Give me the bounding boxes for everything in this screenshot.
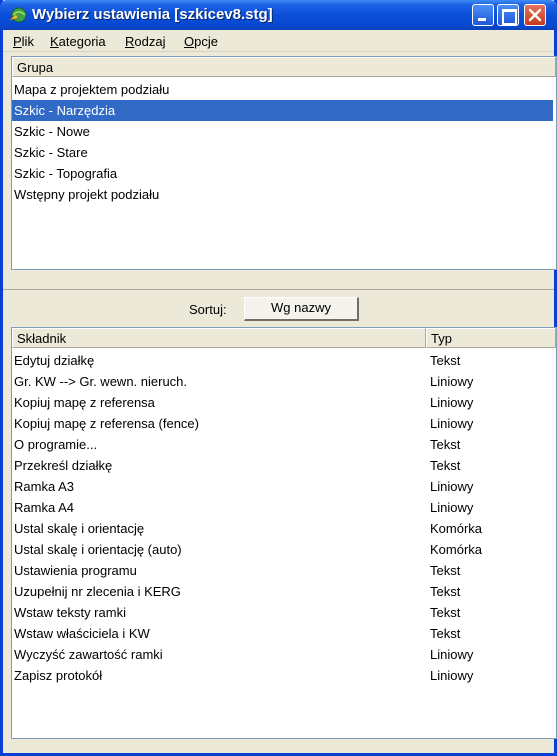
component-type[interactable]: Tekst <box>430 434 460 455</box>
component-name[interactable]: Przekreśl działkę <box>12 455 426 476</box>
component-type[interactable]: Liniowy <box>430 392 473 413</box>
menu-opcje[interactable]: Opcje <box>184 34 218 49</box>
component-name[interactable]: Kopiuj mapę z referensa (fence) <box>12 413 426 434</box>
component-type[interactable]: Komórka <box>430 518 482 539</box>
component-name[interactable]: Ustal skalę i orientację <box>12 518 426 539</box>
component-type[interactable]: Tekst <box>430 623 460 644</box>
component-type[interactable]: Liniowy <box>430 644 473 665</box>
group-item-selected[interactable]: Szkic - Narzędzia <box>12 100 553 121</box>
component-name[interactable]: Zapisz protokół <box>12 665 426 686</box>
close-icon <box>528 8 542 22</box>
close-button[interactable] <box>524 4 546 26</box>
component-type[interactable]: Tekst <box>430 602 460 623</box>
title-bar[interactable]: Wybierz ustawienia [szkicev8.stg] <box>0 0 557 30</box>
component-name[interactable]: Wyczyść zawartość ramki <box>12 644 426 665</box>
component-name[interactable]: Wstaw właściciela i KW <box>12 623 426 644</box>
component-type[interactable]: Liniowy <box>430 371 473 392</box>
window-bottom-edge <box>3 740 554 753</box>
menu-plik[interactable]: Plik <box>13 34 34 49</box>
sort-label: Sortuj: <box>189 302 227 317</box>
component-name[interactable]: Uzupełnij nr zlecenia i KERG <box>12 581 426 602</box>
component-type[interactable]: Komórka <box>430 539 482 560</box>
component-name[interactable]: O programie... <box>12 434 426 455</box>
component-type[interactable]: Liniowy <box>430 476 473 497</box>
group-column-header[interactable]: Grupa <box>12 57 556 77</box>
menu-bar: Plik Kategoria Rodzaj Opcje <box>3 30 554 52</box>
group-item[interactable]: Szkic - Stare <box>12 142 556 163</box>
component-type[interactable]: Tekst <box>430 350 460 371</box>
group-item[interactable]: Szkic - Topografia <box>12 163 556 184</box>
type-column-header[interactable]: Typ <box>426 328 556 348</box>
name-column-header[interactable]: Składnik <box>12 328 426 348</box>
component-name[interactable]: Edytuj działkę <box>12 350 426 371</box>
group-item[interactable]: Wstępny projekt podziału <box>12 184 556 205</box>
minimize-button[interactable] <box>472 4 494 26</box>
settings-window: Wybierz ustawienia [szkicev8.stg] Plik K… <box>0 0 557 756</box>
window-title: Wybierz ustawienia [szkicev8.stg] <box>32 6 273 23</box>
panel-splitter[interactable] <box>3 270 554 290</box>
menu-kategoria[interactable]: Kategoria <box>50 34 106 49</box>
component-name[interactable]: Ustawienia programu <box>12 560 426 581</box>
component-type[interactable]: Tekst <box>430 455 460 476</box>
component-name[interactable]: Ramka A3 <box>12 476 426 497</box>
component-type[interactable]: Liniowy <box>430 413 473 434</box>
group-list[interactable]: Grupa Mapa z projektem podziału Szkic - … <box>11 56 557 270</box>
component-name[interactable]: Wstaw teksty ramki <box>12 602 426 623</box>
component-type[interactable]: Liniowy <box>430 665 473 686</box>
group-item[interactable]: Mapa z projektem podziału <box>12 79 556 100</box>
group-item[interactable]: Szkic - Nowe <box>12 121 556 142</box>
menu-rodzaj[interactable]: Rodzaj <box>125 34 165 49</box>
component-type[interactable]: Liniowy <box>430 497 473 518</box>
component-name[interactable]: Ustal skalę i orientację (auto) <box>12 539 426 560</box>
app-globe-icon <box>9 7 27 23</box>
component-list[interactable]: Składnik Typ Edytuj działkę Tekst Gr. KW -… <box>11 327 557 739</box>
component-type[interactable]: Tekst <box>430 581 460 602</box>
component-name[interactable]: Kopiuj mapę z referensa <box>12 392 426 413</box>
maximize-button[interactable] <box>497 4 519 26</box>
component-name[interactable]: Gr. KW --> Gr. wewn. nieruch. <box>12 371 426 392</box>
component-name[interactable]: Ramka A4 <box>12 497 426 518</box>
sort-button[interactable]: Wg nazwy <box>244 297 359 321</box>
component-type[interactable]: Tekst <box>430 560 460 581</box>
